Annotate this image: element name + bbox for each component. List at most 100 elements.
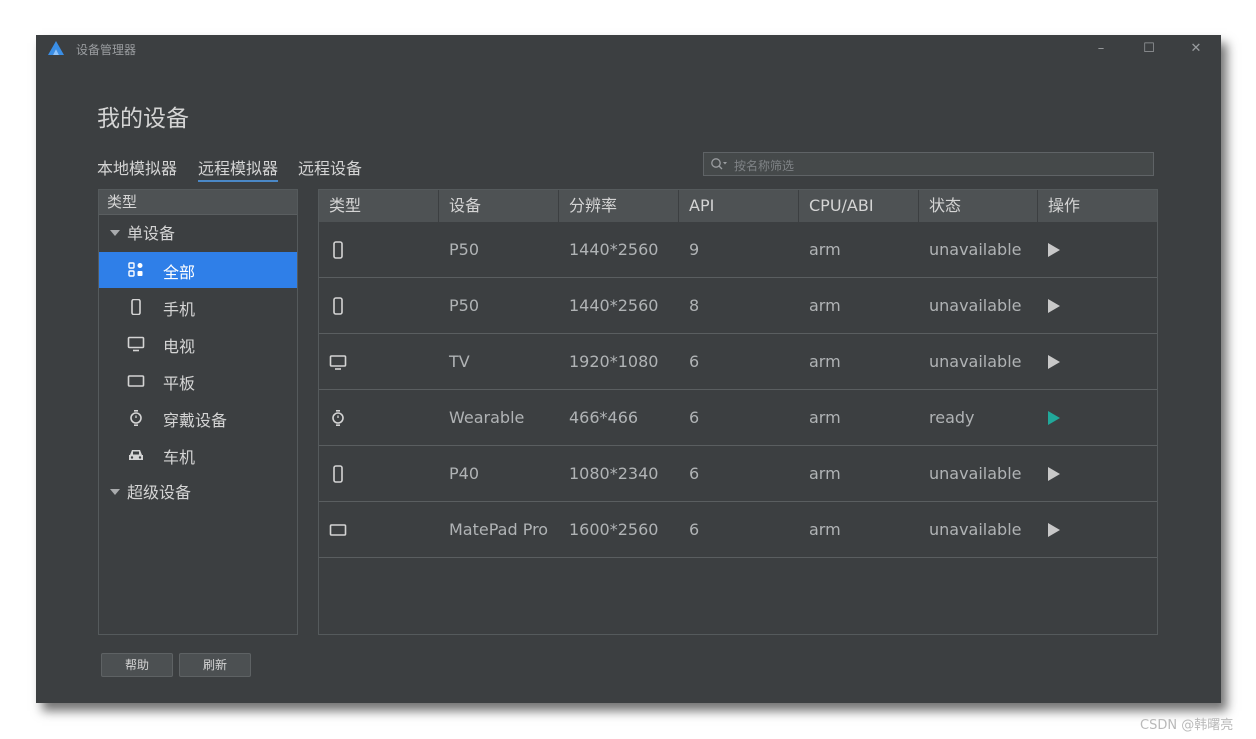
table-row[interactable]: P40 1080*2340 6 arm unavailable bbox=[319, 446, 1157, 502]
resolution-cell: 1920*1080 bbox=[569, 352, 659, 371]
close-button[interactable]: ✕ bbox=[1185, 39, 1207, 59]
title-bar[interactable]: 设备管理器 – ☐ ✕ bbox=[36, 35, 1221, 63]
tree-item-label: 平板 bbox=[163, 374, 196, 393]
device-name-cell: P50 bbox=[449, 296, 480, 315]
api-cell: 6 bbox=[689, 352, 700, 371]
tree-item-label: 车机 bbox=[163, 448, 196, 467]
play-icon[interactable] bbox=[1047, 355, 1061, 369]
status-cell: unavailable bbox=[929, 520, 1022, 539]
phone-icon bbox=[333, 297, 343, 315]
tablet-icon bbox=[329, 524, 347, 536]
tv-icon bbox=[127, 336, 145, 352]
grid-icon bbox=[128, 262, 143, 277]
tv-icon bbox=[329, 355, 347, 370]
table-header: 类型 设备 分辨率 API CPU/ABI 状态 操作 bbox=[319, 190, 1157, 222]
table-row[interactable]: Wearable 466*466 6 arm ready bbox=[319, 390, 1157, 446]
expand-triangle-icon bbox=[110, 489, 120, 495]
tree-item-tablet[interactable]: 平板 bbox=[99, 363, 297, 399]
phone-icon bbox=[333, 465, 343, 483]
column-header-api[interactable]: API bbox=[679, 190, 799, 222]
tree-item-label: 电视 bbox=[163, 337, 196, 356]
window-title: 设备管理器 bbox=[76, 43, 137, 57]
resolution-cell: 1080*2340 bbox=[569, 464, 659, 483]
api-cell: 8 bbox=[689, 296, 700, 315]
resolution-cell: 466*466 bbox=[569, 408, 639, 427]
play-icon[interactable] bbox=[1047, 523, 1061, 537]
status-cell: unavailable bbox=[929, 352, 1022, 371]
device-name-cell: P50 bbox=[449, 240, 480, 259]
api-cell: 6 bbox=[689, 520, 700, 539]
api-cell: 9 bbox=[689, 240, 700, 259]
watch-icon bbox=[332, 409, 344, 427]
tab-remote-emulator[interactable]: 远程模拟器 bbox=[198, 155, 279, 182]
api-cell: 6 bbox=[689, 408, 700, 427]
cpu-abi-cell: arm bbox=[809, 464, 841, 483]
table-row[interactable]: P50 1440*2560 9 arm unavailable bbox=[319, 222, 1157, 278]
table-row[interactable]: MatePad Pro 1600*2560 6 arm unavailable bbox=[319, 502, 1157, 558]
search-placeholder: 按名称筛选 bbox=[734, 159, 795, 173]
device-name-cell: MatePad Pro bbox=[449, 520, 549, 539]
tree-item-label: 手机 bbox=[163, 300, 196, 319]
help-button[interactable]: 帮助 bbox=[101, 653, 173, 677]
table-row[interactable]: P50 1440*2560 8 arm unavailable bbox=[319, 278, 1157, 334]
device-name-cell: P40 bbox=[449, 464, 480, 483]
tree-item-wearable[interactable]: 穿戴设备 bbox=[99, 400, 297, 436]
tree-item-label: 全部 bbox=[163, 263, 196, 282]
play-icon[interactable] bbox=[1047, 299, 1061, 313]
search-input[interactable]: 按名称筛选 bbox=[703, 152, 1154, 176]
device-type-panel: 类型 单设备 全部 手机 电视 平板 穿戴设备 车机 超级设备 bbox=[98, 189, 298, 635]
cpu-abi-cell: arm bbox=[809, 352, 841, 371]
tab-local-emulator[interactable]: 本地模拟器 bbox=[97, 155, 177, 179]
column-header-type[interactable]: 类型 bbox=[319, 190, 439, 222]
play-icon[interactable] bbox=[1047, 411, 1061, 425]
status-cell: ready bbox=[929, 408, 975, 427]
column-header-status[interactable]: 状态 bbox=[919, 190, 1038, 222]
tree-item-tv[interactable]: 电视 bbox=[99, 326, 297, 362]
status-cell: unavailable bbox=[929, 296, 1022, 315]
cpu-abi-cell: arm bbox=[809, 520, 841, 539]
device-manager-window: 设备管理器 – ☐ ✕ 我的设备 本地模拟器 远程模拟器 远程设备 按名称筛选 … bbox=[36, 35, 1221, 703]
cpu-abi-cell: arm bbox=[809, 296, 841, 315]
device-name-cell: TV bbox=[449, 352, 470, 371]
column-header-cpu-abi[interactable]: CPU/ABI bbox=[799, 190, 919, 222]
play-icon[interactable] bbox=[1047, 467, 1061, 481]
cpu-abi-cell: arm bbox=[809, 240, 841, 259]
expand-triangle-icon bbox=[110, 230, 120, 236]
maximize-button[interactable]: ☐ bbox=[1138, 39, 1160, 59]
tablet-icon bbox=[127, 375, 145, 387]
page-title: 我的设备 bbox=[97, 106, 189, 132]
type-panel-header: 类型 bbox=[99, 190, 297, 215]
resolution-cell: 1440*2560 bbox=[569, 296, 659, 315]
watermark: CSDN @韩曙亮 bbox=[1140, 718, 1234, 733]
resolution-cell: 1440*2560 bbox=[569, 240, 659, 259]
refresh-button[interactable]: 刷新 bbox=[179, 653, 251, 677]
play-icon[interactable] bbox=[1047, 243, 1061, 257]
tree-item-label: 穿戴设备 bbox=[163, 411, 228, 430]
cpu-abi-cell: arm bbox=[809, 408, 841, 427]
search-icon bbox=[711, 158, 727, 170]
phone-icon bbox=[333, 241, 343, 259]
device-table: 类型 设备 分辨率 API CPU/ABI 状态 操作 P50 1440*2560… bbox=[318, 189, 1158, 635]
tree-item-all[interactable]: 全部 bbox=[99, 252, 297, 288]
column-header-action[interactable]: 操作 bbox=[1038, 190, 1158, 222]
tree-item-phone[interactable]: 手机 bbox=[99, 289, 297, 325]
status-cell: unavailable bbox=[929, 464, 1022, 483]
resolution-cell: 1600*2560 bbox=[569, 520, 659, 539]
device-name-cell: Wearable bbox=[449, 408, 525, 427]
phone-icon bbox=[131, 299, 141, 315]
group-label: 单设备 bbox=[127, 224, 176, 243]
group-label: 超级设备 bbox=[127, 483, 192, 502]
watch-icon bbox=[130, 410, 142, 426]
tree-group-single-device[interactable]: 单设备 bbox=[99, 219, 297, 249]
status-cell: unavailable bbox=[929, 240, 1022, 259]
tree-group-super-device[interactable]: 超级设备 bbox=[99, 478, 297, 508]
car-icon bbox=[129, 450, 143, 460]
minimize-button[interactable]: – bbox=[1090, 39, 1112, 59]
column-header-resolution[interactable]: 分辨率 bbox=[559, 190, 679, 222]
table-row[interactable]: TV 1920*1080 6 arm unavailable bbox=[319, 334, 1157, 390]
tab-remote-device[interactable]: 远程设备 bbox=[298, 155, 362, 179]
tree-item-car[interactable]: 车机 bbox=[99, 437, 297, 473]
app-logo-icon bbox=[48, 41, 64, 55]
column-header-device[interactable]: 设备 bbox=[439, 190, 559, 222]
api-cell: 6 bbox=[689, 464, 700, 483]
